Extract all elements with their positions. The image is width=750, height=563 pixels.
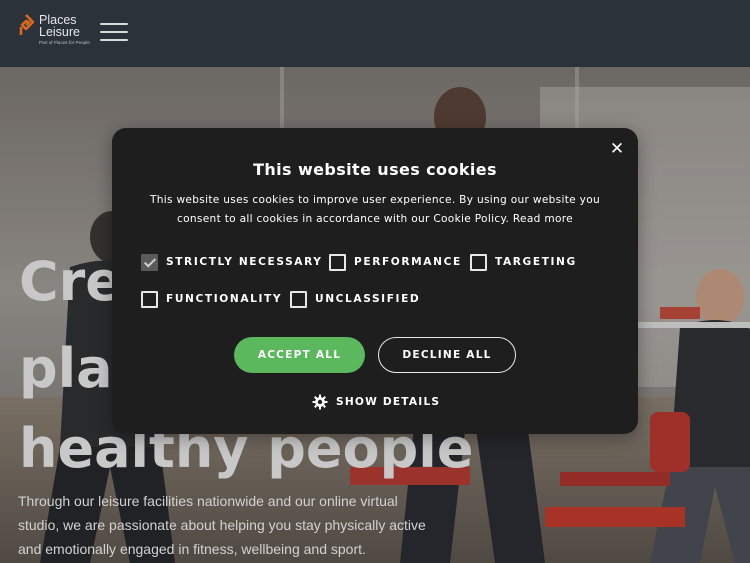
option-label: FUNCTIONALITY	[166, 293, 283, 305]
checkbox-performance[interactable]	[329, 253, 346, 271]
option-label: STRICTLY NECESSARY	[166, 256, 323, 268]
checkbox-functionality[interactable]	[141, 290, 158, 308]
cookie-dialog-title: This website uses cookies	[253, 160, 497, 179]
hero-text-line3: and emotionally engaged in fitness, well…	[18, 541, 366, 557]
hero-text-line2: studio, we are passionate about helping …	[18, 517, 426, 533]
option-functionality[interactable]: FUNCTIONALITY	[141, 290, 282, 308]
accept-all-button[interactable]: ACCEPT ALL	[234, 337, 365, 373]
cookie-consent-dialog: ✕ This website uses cookies This website…	[112, 128, 638, 434]
logo-mark-icon	[19, 14, 34, 35]
hero-description: Through our leisure facilities nationwid…	[18, 489, 438, 561]
read-more-link[interactable]: Read more	[513, 213, 573, 225]
gear-icon	[312, 394, 328, 410]
cookie-dialog-description: This website uses cookies to improve use…	[132, 191, 618, 229]
hero-text-line1: Through our leisure facilities nationwid…	[18, 493, 398, 509]
checkbox-strictly-necessary[interactable]	[141, 253, 158, 271]
logo-tagline: Part of Places for People	[39, 40, 90, 45]
hamburger-menu-icon[interactable]	[100, 21, 129, 43]
option-strictly-necessary[interactable]: STRICTLY NECESSARY	[141, 253, 323, 271]
decline-all-button[interactable]: DECLINE ALL	[378, 337, 516, 373]
show-details-button[interactable]: SHOW DETAILS	[312, 393, 440, 411]
site-header: Places Leisure Part of Places for People	[0, 0, 750, 67]
option-unclassified[interactable]: UNCLASSIFIED	[290, 290, 420, 308]
checkbox-targeting[interactable]	[470, 253, 487, 271]
show-details-label: SHOW DETAILS	[336, 396, 441, 408]
option-targeting[interactable]: TARGETING	[470, 253, 577, 271]
option-performance[interactable]: PERFORMANCE	[329, 253, 462, 271]
option-label: PERFORMANCE	[354, 256, 462, 268]
option-label: TARGETING	[495, 256, 577, 268]
checkbox-unclassified[interactable]	[290, 290, 307, 308]
logo-text-line2: Leisure	[39, 25, 80, 39]
close-icon[interactable]: ✕	[609, 140, 625, 158]
option-label: UNCLASSIFIED	[315, 293, 421, 305]
places-leisure-logo[interactable]: Places Leisure Part of Places for People	[18, 12, 98, 52]
